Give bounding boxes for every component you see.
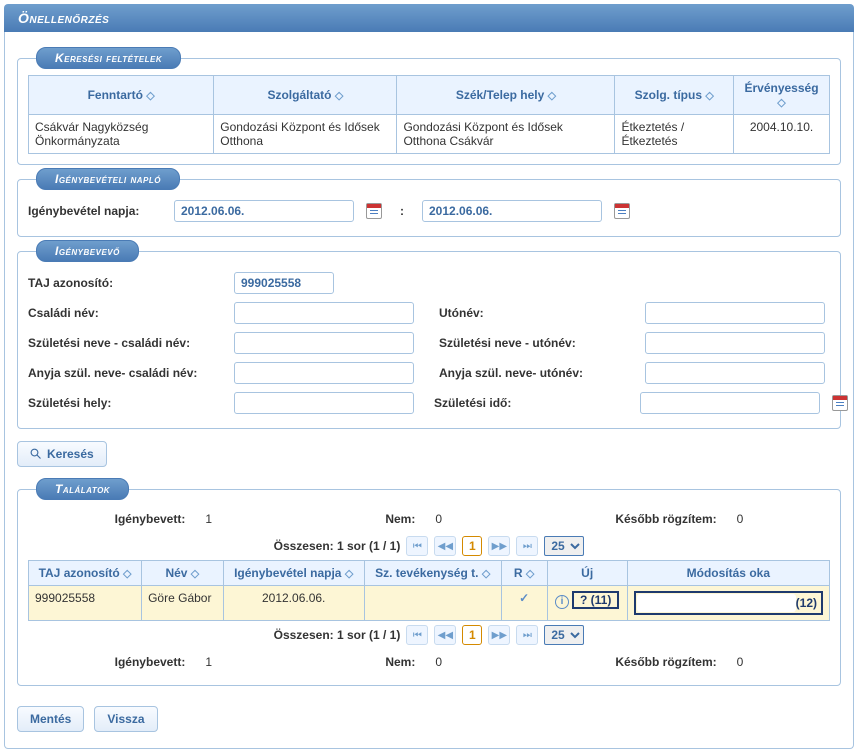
taj-input[interactable] bbox=[234, 272, 334, 294]
section-recipient: Igénybevevő TAJ azonosító: Családi név: … bbox=[17, 251, 841, 429]
pager-total-text: Összesen: 1 sor (1 / 1) bbox=[274, 628, 401, 642]
pager-prev[interactable]: ◀◀ bbox=[434, 625, 456, 645]
sort-icon: ◇ bbox=[777, 97, 785, 109]
section-tab-recipient: Igénybevevő bbox=[36, 240, 139, 262]
criteria-cell-location: Gondozási Központ és Idősek Otthona Csák… bbox=[397, 115, 615, 154]
mother-family-label: Anyja szül. neve- családi név: bbox=[28, 366, 228, 380]
sort-icon: ◇ bbox=[146, 90, 154, 102]
section-tab-usage-log: Igénybevételi napló bbox=[36, 168, 180, 190]
family-name-input[interactable] bbox=[234, 302, 414, 324]
result-cell-r: ✓ bbox=[501, 586, 547, 621]
family-name-label: Családi név: bbox=[28, 306, 228, 320]
criteria-header-location[interactable]: Szék/Telep hely ◇ bbox=[397, 76, 615, 115]
usage-date-label: Igénybevétel napja: bbox=[28, 204, 168, 218]
results-header-activity[interactable]: Sz. tevékenység t. ◇ bbox=[364, 561, 501, 586]
section-tab-results: Találatok bbox=[36, 478, 129, 500]
mother-first-input[interactable] bbox=[645, 362, 825, 384]
birth-first-input[interactable] bbox=[645, 332, 825, 354]
pager-current-page: 1 bbox=[462, 625, 482, 645]
calendar-icon[interactable] bbox=[614, 203, 630, 219]
criteria-cell-provider: Gondozási Központ és Idősek Otthona bbox=[214, 115, 397, 154]
birth-family-input[interactable] bbox=[234, 332, 414, 354]
back-button[interactable]: Vissza bbox=[94, 706, 157, 732]
pager-prev[interactable]: ◀◀ bbox=[434, 536, 456, 556]
save-button[interactable]: Mentés bbox=[17, 706, 84, 732]
pager-bottom: Összesen: 1 sor (1 / 1) ⏮ ◀◀ 1 ▶▶ ⏭ 25 bbox=[28, 621, 830, 649]
pager-last[interactable]: ⏭ bbox=[516, 536, 538, 556]
pager-first[interactable]: ⏮ bbox=[406, 625, 428, 645]
info-icon[interactable]: i bbox=[555, 595, 569, 609]
calendar-icon[interactable] bbox=[366, 203, 382, 219]
results-header-date[interactable]: Igénybevétel napja ◇ bbox=[223, 561, 364, 586]
first-name-input[interactable] bbox=[645, 302, 825, 324]
mod-reason-input[interactable] bbox=[637, 594, 796, 612]
result-cell-date: 2012.06.06. bbox=[223, 586, 364, 621]
search-button[interactable]: Keresés bbox=[17, 441, 107, 467]
results-table: TAJ azonosító ◇ Név ◇ Igénybevétel napja… bbox=[28, 560, 830, 621]
pager-next[interactable]: ▶▶ bbox=[488, 625, 510, 645]
usage-date-to-input[interactable] bbox=[422, 200, 602, 222]
criteria-table: Fenntartó ◇ Szolgáltató ◇ Szék/Telep hel… bbox=[28, 75, 830, 154]
result-cell-name: Göre Gábor bbox=[142, 586, 224, 621]
first-name-label: Utónév: bbox=[439, 306, 639, 320]
results-header-mod-reason: Módosítás oka bbox=[627, 561, 829, 586]
birth-first-label: Születési neve - utónév: bbox=[439, 336, 639, 350]
results-summary-bottom: Igénybevett: 1 Nem: 0 Később rögzítem: 0 bbox=[28, 649, 830, 675]
pager-total-text: Összesen: 1 sor (1 / 1) bbox=[274, 539, 401, 553]
usage-date-from-input[interactable] bbox=[174, 200, 354, 222]
section-tab-search-criteria: Keresési feltételek bbox=[36, 47, 181, 69]
sort-icon: ◇ bbox=[548, 90, 556, 102]
sort-icon: ◇ bbox=[705, 90, 713, 102]
result-cell-mod-reason[interactable]: (12) bbox=[627, 586, 829, 621]
birth-date-label: Születési idő: bbox=[434, 396, 634, 410]
birth-place-input[interactable] bbox=[234, 392, 414, 414]
criteria-header-provider[interactable]: Szolgáltató ◇ bbox=[214, 76, 397, 115]
pager-current-page: 1 bbox=[462, 536, 482, 556]
criteria-cell-maintainer: Csákvár Nagyközség Önkormányzata bbox=[29, 115, 214, 154]
sort-icon: ◇ bbox=[335, 90, 343, 102]
result-cell-taj: 999025558 bbox=[29, 586, 142, 621]
page-title: Önellenőrzés bbox=[4, 4, 854, 32]
usage-date-separator: : bbox=[400, 204, 404, 218]
section-results: Találatok Igénybevett: 1 Nem: 0 Később r… bbox=[17, 489, 841, 686]
result-cell-new[interactable]: i? (11) bbox=[547, 586, 627, 621]
page-size-select[interactable]: 25 bbox=[544, 536, 584, 556]
criteria-cell-validity: 2004.10.10. bbox=[734, 115, 830, 154]
mother-first-label: Anyja szül. neve- utónév: bbox=[439, 366, 639, 380]
result-cell-activity bbox=[364, 586, 501, 621]
pager-last[interactable]: ⏭ bbox=[516, 625, 538, 645]
criteria-header-validity[interactable]: Érvényesség ◇ bbox=[734, 76, 830, 115]
birth-place-label: Születési hely: bbox=[28, 396, 228, 410]
results-header-r[interactable]: R ◇ bbox=[501, 561, 547, 586]
criteria-cell-service-type: Étkeztetés / Étkeztetés bbox=[615, 115, 734, 154]
criteria-header-service-type[interactable]: Szolg. típus ◇ bbox=[615, 76, 734, 115]
calendar-icon[interactable] bbox=[832, 395, 848, 411]
results-header-taj[interactable]: TAJ azonosító ◇ bbox=[29, 561, 142, 586]
table-row: Csákvár Nagyközség Önkormányzata Gondozá… bbox=[29, 115, 830, 154]
birth-date-input[interactable] bbox=[640, 392, 820, 414]
pager-top: Összesen: 1 sor (1 / 1) ⏮ ◀◀ 1 ▶▶ ⏭ 25 bbox=[28, 532, 830, 560]
results-header-name[interactable]: Név ◇ bbox=[142, 561, 224, 586]
page-size-select[interactable]: 25 bbox=[544, 625, 584, 645]
mother-family-input[interactable] bbox=[234, 362, 414, 384]
table-row[interactable]: 999025558 Göre Gábor 2012.06.06. ✓ i? (1… bbox=[29, 586, 830, 621]
birth-family-label: Születési neve - családi név: bbox=[28, 336, 228, 350]
search-icon bbox=[30, 448, 42, 460]
criteria-header-maintainer[interactable]: Fenntartó ◇ bbox=[29, 76, 214, 115]
section-usage-log: Igénybevételi napló Igénybevétel napja: … bbox=[17, 179, 841, 237]
pager-next[interactable]: ▶▶ bbox=[488, 536, 510, 556]
results-summary-top: Igénybevett: 1 Nem: 0 Később rögzítem: 0 bbox=[28, 506, 830, 532]
section-search-criteria: Keresési feltételek Fenntartó ◇ Szolgált… bbox=[17, 58, 841, 165]
pager-first[interactable]: ⏮ bbox=[406, 536, 428, 556]
results-header-new: Új bbox=[547, 561, 627, 586]
taj-label: TAJ azonosító: bbox=[28, 276, 228, 290]
check-icon: ✓ bbox=[519, 591, 529, 605]
